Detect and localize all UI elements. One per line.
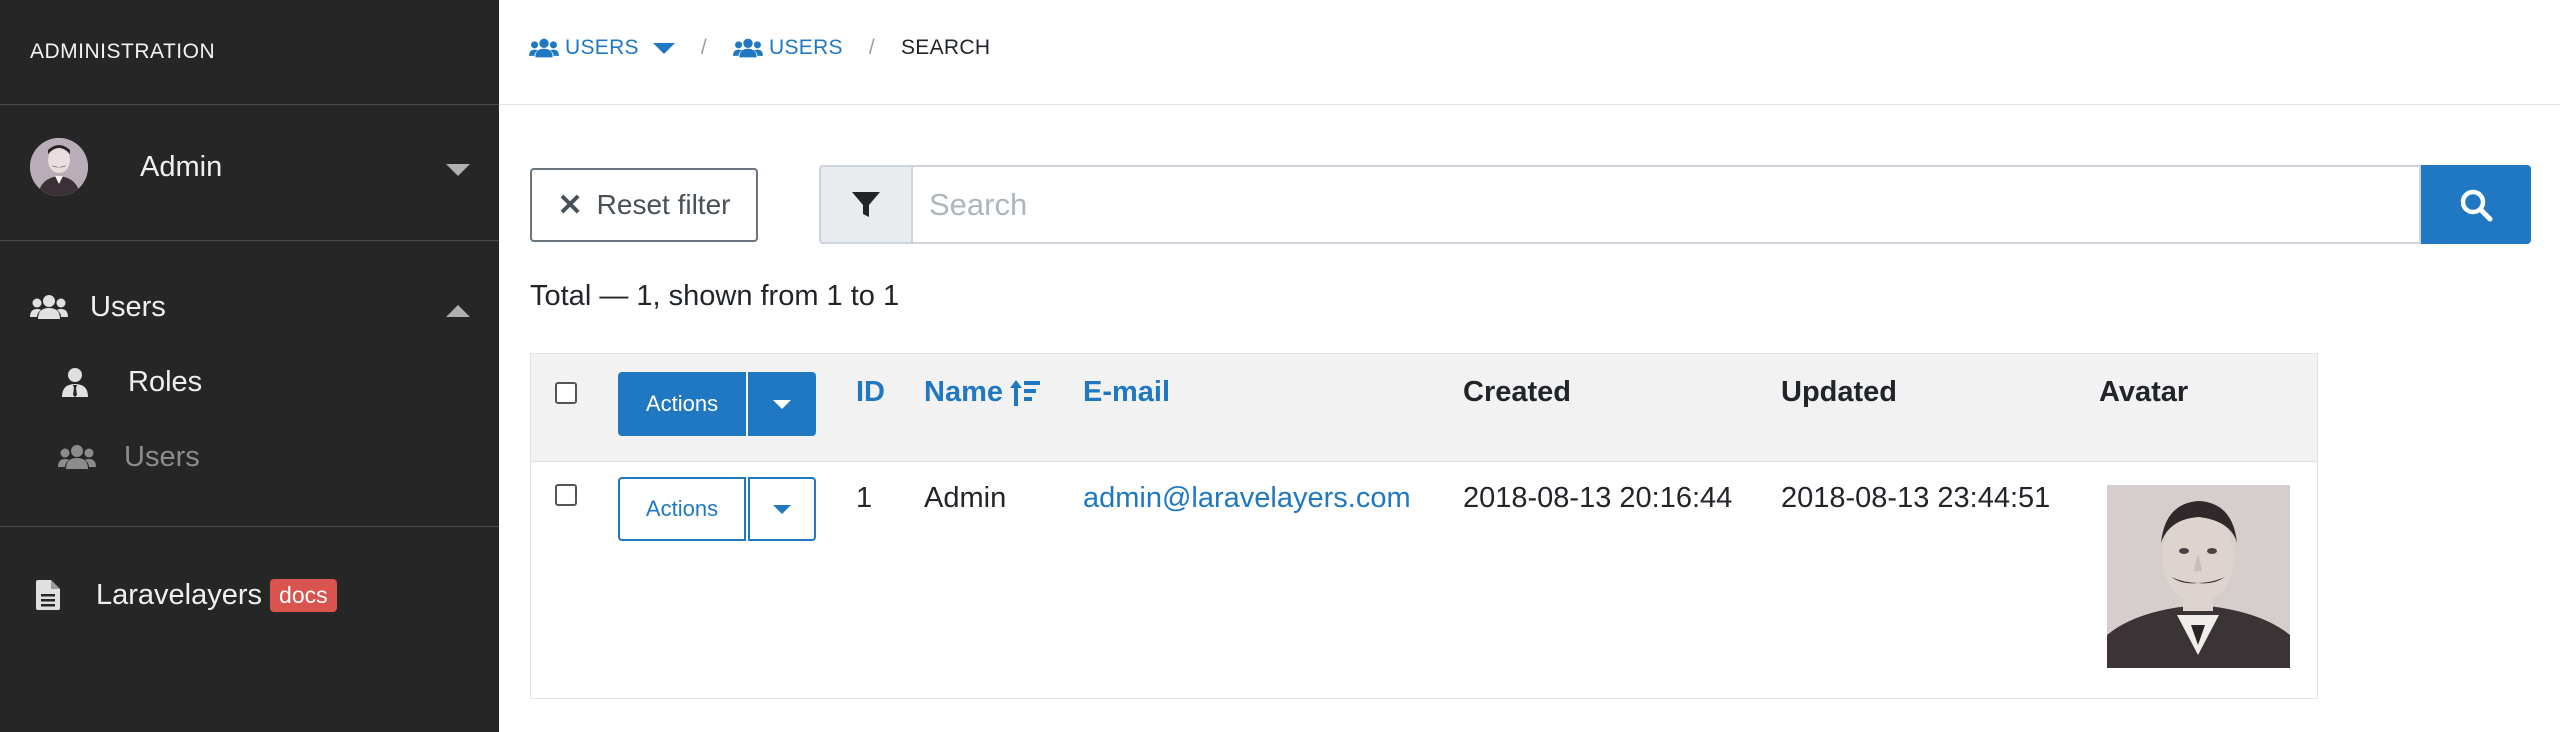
sidebar-item-laravelayers-docs[interactable]: Laravelayers docs <box>36 571 476 619</box>
cell-created: 2018-08-13 20:16:44 <box>1463 482 1733 514</box>
row-actions-dropdown-toggle[interactable] <box>748 477 816 541</box>
cell-email-link[interactable]: admin@laravelayers.com <box>1083 482 1411 515</box>
topbar: USERS / USERS / SEARCH <box>499 0 2560 105</box>
caret-down-icon <box>773 399 791 409</box>
cell-id: 1 <box>856 482 873 514</box>
sidebar-item-label: Users <box>90 290 166 323</box>
row-actions-button[interactable]: Actions <box>618 477 746 541</box>
breadcrumb-label: USERS <box>565 36 639 59</box>
column-header-name[interactable]: Name <box>924 376 1041 409</box>
column-header-email[interactable]: E-mail <box>1083 376 1170 409</box>
results-summary: Total — 1, shown from 1 to 1 <box>530 280 900 312</box>
column-header-avatar: Avatar <box>2099 376 2189 408</box>
filter-button[interactable] <box>819 165 911 244</box>
select-all-checkbox[interactable] <box>555 382 577 404</box>
search-group <box>819 165 2531 244</box>
caret-down-icon <box>652 42 675 54</box>
users-icon <box>529 38 559 58</box>
column-header-label: Name <box>924 376 1003 408</box>
sidebar-item-roles[interactable]: Roles <box>62 358 502 406</box>
breadcrumb-separator: / <box>868 36 875 59</box>
sidebar-title: ADMINISTRATION <box>30 40 216 63</box>
bulk-actions-button[interactable]: Actions <box>618 372 746 436</box>
docs-badge: docs <box>270 578 337 612</box>
breadcrumb: USERS / USERS / SEARCH <box>529 36 990 60</box>
table-header: Actions ID Name E-mail Created Updated A… <box>531 354 2317 462</box>
users-icon <box>58 443 98 471</box>
column-header-id[interactable]: ID <box>856 376 885 409</box>
breadcrumb-label: USERS <box>769 36 843 59</box>
cell-updated: 2018-08-13 23:44:51 <box>1781 482 2051 514</box>
sidebar-user-name: Admin <box>140 150 223 183</box>
breadcrumb-current: SEARCH <box>901 36 991 59</box>
user-tie-icon <box>62 367 102 397</box>
sidebar-user-menu[interactable]: Admin <box>30 136 470 198</box>
sidebar-divider <box>0 526 499 527</box>
sidebar-item-label: Users <box>124 440 200 473</box>
caret-down-icon <box>773 504 791 514</box>
breadcrumb-item-users-menu[interactable]: USERS <box>529 36 675 60</box>
sidebar: ADMINISTRATION Admin Users Roles Users L… <box>0 0 499 732</box>
sidebar-item-users[interactable]: Users <box>58 433 498 481</box>
column-header-updated: Updated <box>1781 376 1897 408</box>
row-actions-group: Actions <box>618 477 816 541</box>
sidebar-divider <box>0 240 499 241</box>
cell-name: Admin <box>924 482 1007 514</box>
caret-down-icon <box>446 164 470 176</box>
users-icon <box>733 38 763 58</box>
row-checkbox[interactable] <box>555 484 577 506</box>
sidebar-item-label: Laravelayers <box>96 578 263 611</box>
times-icon: ✕ <box>557 188 583 222</box>
sort-icon <box>1010 379 1040 406</box>
search-button[interactable] <box>2421 165 2531 244</box>
search-icon <box>2460 189 2493 221</box>
user-avatar-image <box>2107 485 2290 668</box>
column-header-created: Created <box>1463 376 1571 408</box>
bulk-actions-dropdown-toggle[interactable] <box>748 372 816 436</box>
reset-filter-label: Reset filter <box>596 189 731 220</box>
breadcrumb-separator: / <box>700 36 707 59</box>
sidebar-item-label: Roles <box>128 365 203 398</box>
search-input[interactable] <box>911 165 2421 244</box>
filter-icon <box>852 191 880 217</box>
breadcrumb-item-users[interactable]: USERS <box>733 36 843 60</box>
reset-filter-button[interactable]: ✕ Reset filter <box>530 168 758 242</box>
users-icon <box>30 293 70 321</box>
sidebar-item-users-group[interactable]: Users <box>30 283 470 331</box>
file-icon <box>36 580 76 610</box>
bulk-actions-group: Actions <box>618 372 816 436</box>
users-table: Actions ID Name E-mail Created Updated A… <box>530 353 2318 699</box>
caret-up-icon <box>446 305 470 317</box>
sidebar-divider <box>0 104 499 105</box>
avatar <box>30 138 88 196</box>
